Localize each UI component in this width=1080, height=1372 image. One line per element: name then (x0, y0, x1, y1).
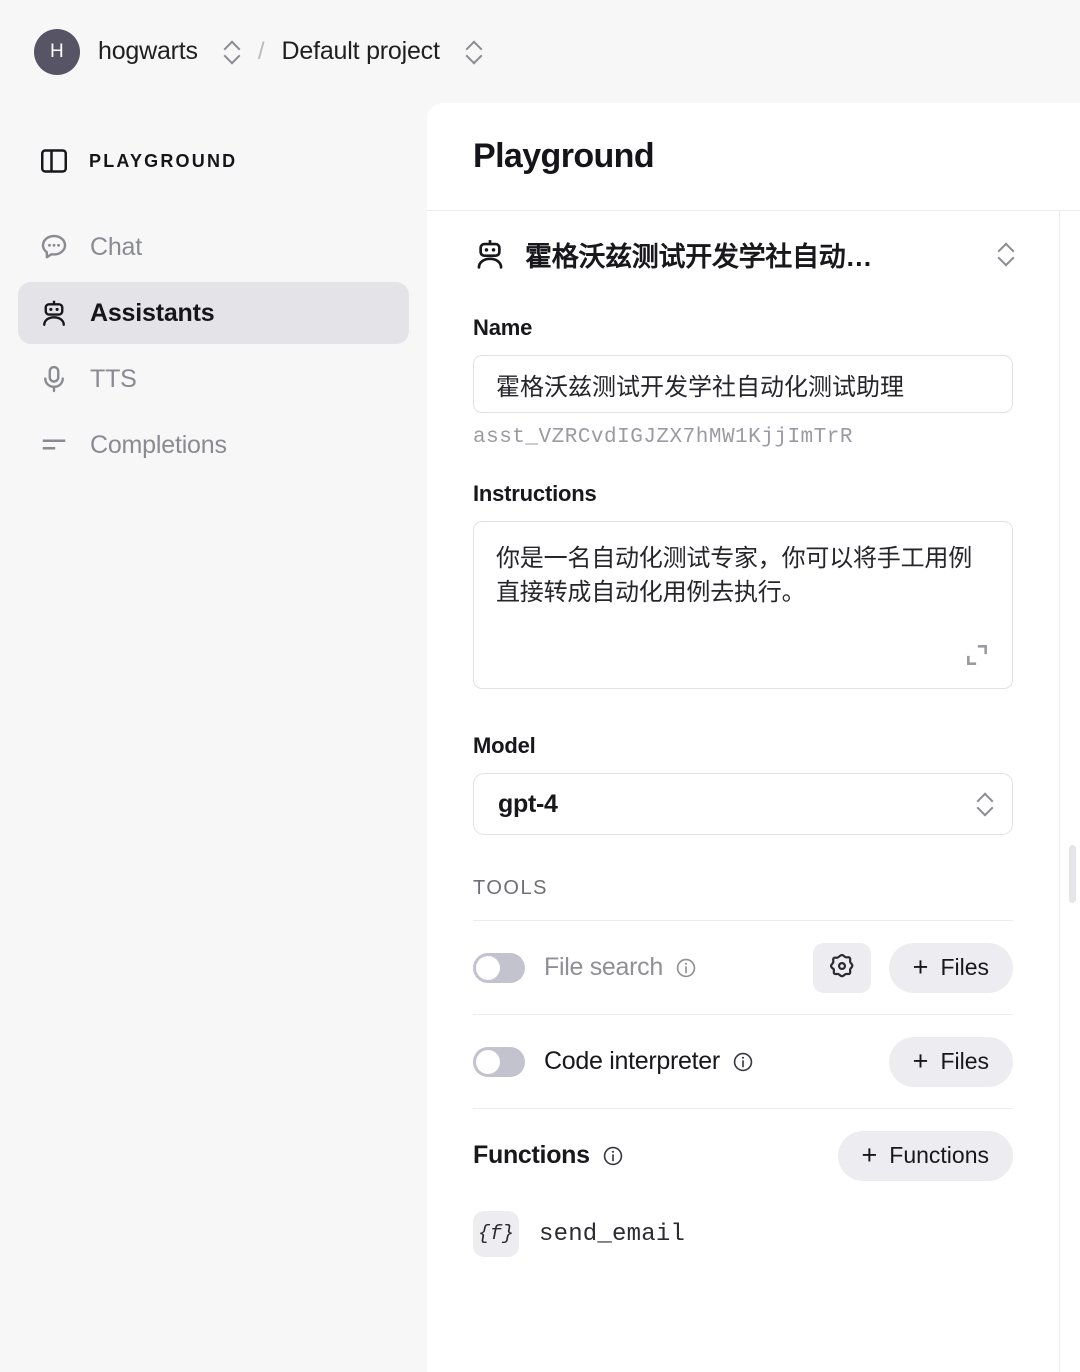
model-group: Model gpt-4 (473, 733, 1013, 835)
chevron-updown-icon[interactable] (999, 242, 1013, 266)
name-input[interactable]: 霍格沃兹测试开发学社自动化测试助理 (473, 355, 1013, 413)
tool-row-code-interpreter: Code interpreter + Files (473, 1015, 1013, 1108)
gear-icon (828, 952, 856, 983)
microphone-icon (39, 364, 69, 394)
sidebar-item-tts[interactable]: TTS (18, 348, 409, 410)
instructions-label: Instructions (473, 481, 597, 506)
panel-layout-icon (39, 146, 69, 176)
assistant-id: asst_VZRCvdIGJZX7hMW1KjjImTrR (473, 426, 853, 449)
assistant-selector[interactable]: 霍格沃兹测试开发学社自动… (473, 211, 1013, 297)
robot-icon (39, 298, 69, 328)
model-select[interactable]: gpt-4 (473, 773, 1013, 835)
chat-bubble-icon (39, 232, 69, 262)
sidebar-header: PLAYGROUND (18, 130, 409, 192)
avatar: H (34, 28, 80, 75)
file-search-add-files-button[interactable]: + Files (888, 942, 1013, 993)
functions-label: Functions (473, 1141, 590, 1169)
lines-icon (39, 430, 69, 460)
breadcrumb-separator: / (257, 37, 265, 65)
tools-section-label: TOOLS (473, 877, 548, 899)
topbar: H hogwarts / Default project (0, 0, 1080, 103)
code-interpreter-add-files-button[interactable]: + Files (888, 1036, 1013, 1087)
main-body: 霍格沃兹测试开发学社自动… Name 霍格沃兹测试开发学社自动化测试助理 ass… (427, 211, 1080, 1372)
instructions-value: 你是一名自动化测试专家，你可以将手工用例直接转成自动化用例去执行。 (496, 545, 972, 607)
function-braces-icon: {f} (473, 1211, 519, 1257)
instructions-group: Instructions 你是一名自动化测试专家，你可以将手工用例直接转成自动化… (473, 481, 1013, 689)
instructions-input[interactable]: 你是一名自动化测试专家，你可以将手工用例直接转成自动化用例去执行。 (473, 521, 1013, 689)
project-selector[interactable]: Default project (282, 37, 481, 66)
plus-icon: + (861, 1140, 878, 1170)
tool-row-file-search: File search + Files (473, 921, 1013, 1014)
vertical-scrollbar[interactable] (1069, 845, 1076, 903)
sidebar-item-label: Completions (90, 430, 227, 459)
code-interpreter-toggle[interactable] (473, 1046, 525, 1077)
sidebar-item-assistants[interactable]: Assistants (18, 282, 409, 344)
sidebar-item-chat[interactable]: Chat (18, 216, 409, 278)
name-label: Name (473, 315, 533, 340)
add-files-label: Files (940, 954, 989, 980)
main-panel: Playground 霍格沃兹测试开发学社自动… Name 霍格沃兹测试开发学社… (427, 103, 1080, 1372)
sidebar: PLAYGROUND Chat Assistants TTS Completio… (0, 103, 427, 1372)
info-icon[interactable] (675, 957, 697, 979)
page-title: Playground (473, 137, 655, 175)
main-header: Playground (427, 103, 1080, 210)
function-name: send_email (539, 1220, 686, 1248)
right-rail (1059, 211, 1080, 1372)
model-label: Model (473, 733, 536, 758)
sidebar-item-label: Assistants (90, 298, 215, 327)
chevron-updown-icon[interactable] (978, 792, 992, 816)
playground-app: H hogwarts / Default project PLAYGROUND (0, 0, 1080, 1372)
file-search-settings-button[interactable] (812, 942, 871, 993)
project-name: Default project (281, 37, 440, 65)
file-search-toggle[interactable] (473, 952, 525, 983)
chevron-updown-icon[interactable] (225, 40, 239, 64)
model-value: gpt-4 (498, 789, 558, 818)
add-files-label: Files (940, 1048, 989, 1074)
sidebar-header-label: PLAYGROUND (89, 150, 238, 171)
robot-icon (473, 237, 507, 271)
tools-list: File search + Files Code interpreter + F… (473, 920, 1013, 1266)
add-functions-label: Functions (889, 1142, 989, 1168)
add-functions-button[interactable]: + Functions (837, 1130, 1013, 1181)
org-name: hogwarts (98, 37, 198, 65)
plus-icon: + (912, 1046, 929, 1076)
sidebar-nav: Chat Assistants TTS Completions (18, 216, 409, 476)
org-selector[interactable]: H hogwarts (34, 28, 239, 75)
assistant-form: 霍格沃兹测试开发学社自动… Name 霍格沃兹测试开发学社自动化测试助理 ass… (427, 211, 1059, 1372)
info-icon[interactable] (602, 1145, 624, 1167)
expand-icon[interactable] (964, 642, 990, 668)
sidebar-item-label: TTS (90, 364, 137, 393)
function-list-item[interactable]: {f} send_email (473, 1202, 1013, 1266)
sidebar-item-completions[interactable]: Completions (18, 414, 409, 476)
plus-icon: + (912, 952, 929, 982)
sidebar-item-label: Chat (90, 232, 143, 261)
code-interpreter-label: Code interpreter (544, 1047, 720, 1075)
assistant-name-display: 霍格沃兹测试开发学社自动… (525, 241, 873, 272)
file-search-label: File search (544, 953, 663, 981)
info-icon[interactable] (732, 1051, 754, 1073)
name-group: Name 霍格沃兹测试开发学社自动化测试助理 asst_VZRCvdIGJZX7… (473, 315, 1013, 449)
chevron-updown-icon[interactable] (467, 40, 481, 64)
functions-header: Functions + Functions (473, 1109, 1013, 1202)
